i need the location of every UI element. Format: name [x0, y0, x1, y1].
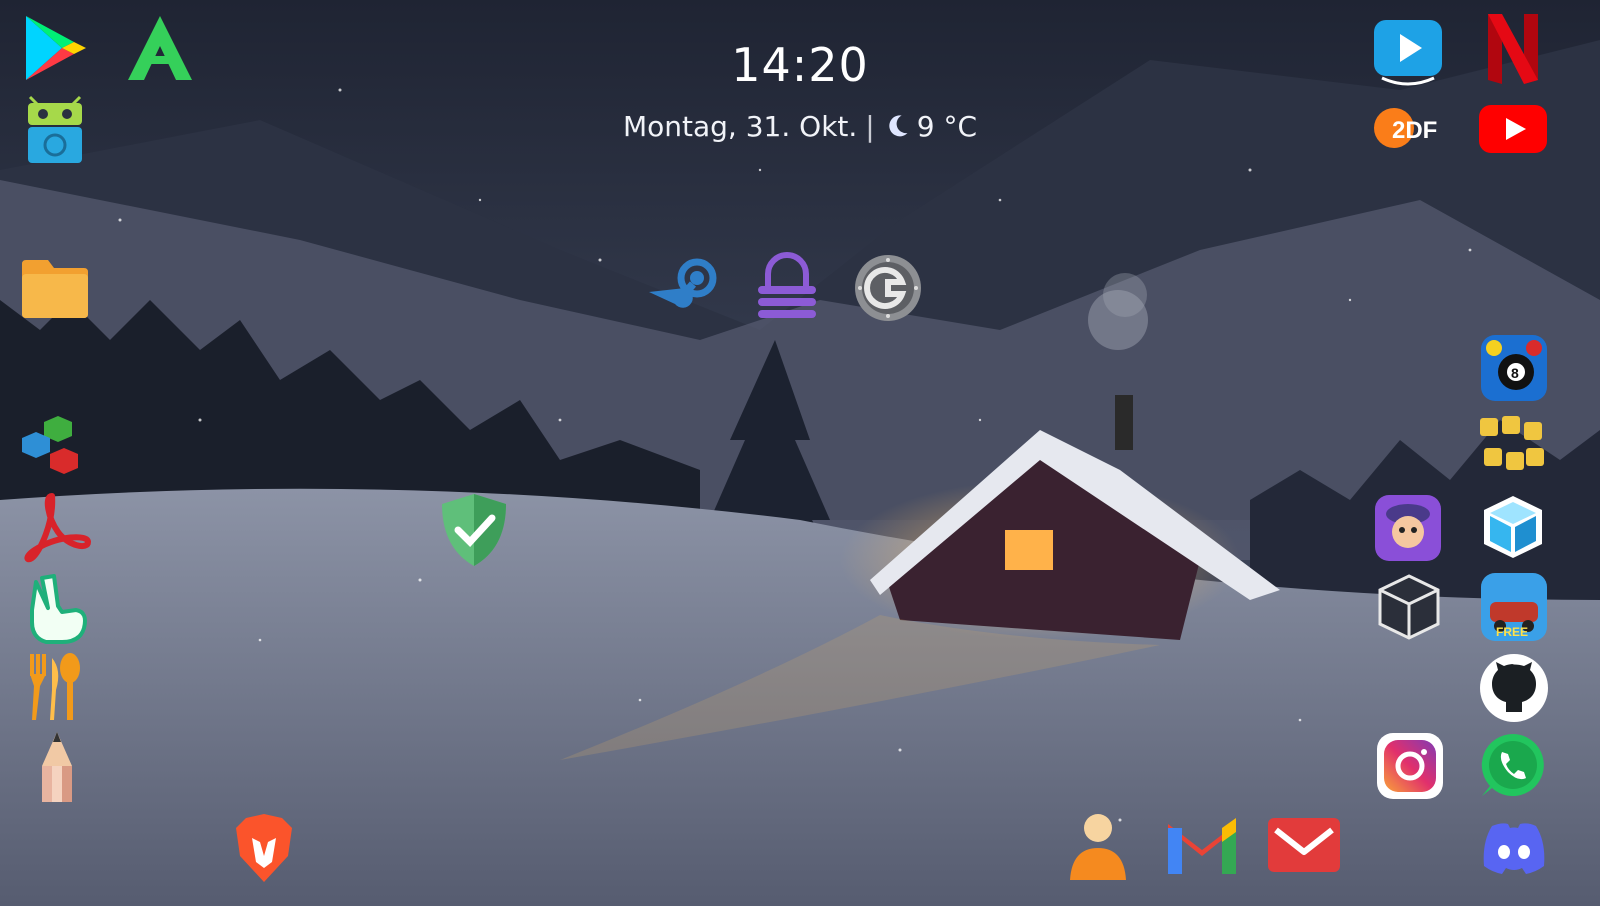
box-outline-icon[interactable]: [1376, 572, 1442, 642]
brave-lion-icon[interactable]: [232, 810, 296, 886]
zdf-icon[interactable]: 2DF: [1372, 104, 1448, 152]
shield-check-icon[interactable]: [438, 492, 510, 568]
moon-icon: [883, 112, 911, 140]
mail-icon[interactable]: [1266, 814, 1342, 876]
date-separator: |: [865, 110, 875, 143]
game-character-icon[interactable]: [1374, 494, 1442, 562]
racing-game-label: FREE: [1496, 625, 1528, 639]
zdf-label: 2DF: [1392, 117, 1437, 144]
aptoide-icon[interactable]: [124, 12, 196, 84]
padlock-icon[interactable]: [754, 250, 820, 328]
netflix-icon[interactable]: [1480, 10, 1546, 88]
billiards-icon[interactable]: 8: [1480, 334, 1548, 402]
instagram-icon[interactable]: [1376, 732, 1444, 800]
folder-icon[interactable]: [20, 258, 90, 320]
authenticator-icon[interactable]: [852, 252, 924, 324]
racing-game-icon[interactable]: FREE: [1480, 572, 1548, 642]
play-store-icon[interactable]: [20, 12, 90, 84]
whatsapp-icon[interactable]: [1478, 730, 1548, 800]
prime-video-icon[interactable]: [1372, 18, 1444, 88]
acrobat-icon[interactable]: [18, 492, 94, 564]
cubes-icon[interactable]: [20, 412, 90, 484]
gmail-icon[interactable]: [1164, 814, 1240, 878]
svg-text:8: 8: [1511, 365, 1519, 381]
date-weather-line[interactable]: Montag, 31. Okt. | 9 °C: [560, 110, 1040, 143]
github-icon[interactable]: [1478, 652, 1550, 724]
cutlery-icon[interactable]: [22, 650, 92, 722]
discord-icon[interactable]: [1478, 818, 1550, 878]
pencil-icon[interactable]: [30, 730, 84, 804]
cube-blue-icon[interactable]: [1478, 492, 1548, 562]
temperature-text: 9 °C: [916, 110, 977, 143]
steam-icon[interactable]: [645, 252, 721, 324]
date-text: Montag, 31. Okt.: [622, 110, 858, 143]
clock-time[interactable]: 14:20: [640, 38, 960, 92]
peace-hand-icon[interactable]: [22, 572, 92, 644]
contacts-icon[interactable]: [1064, 808, 1132, 884]
word-mix-icon[interactable]: [1476, 412, 1548, 482]
youtube-icon[interactable]: [1478, 104, 1548, 154]
android-robot-icon[interactable]: [20, 95, 90, 167]
